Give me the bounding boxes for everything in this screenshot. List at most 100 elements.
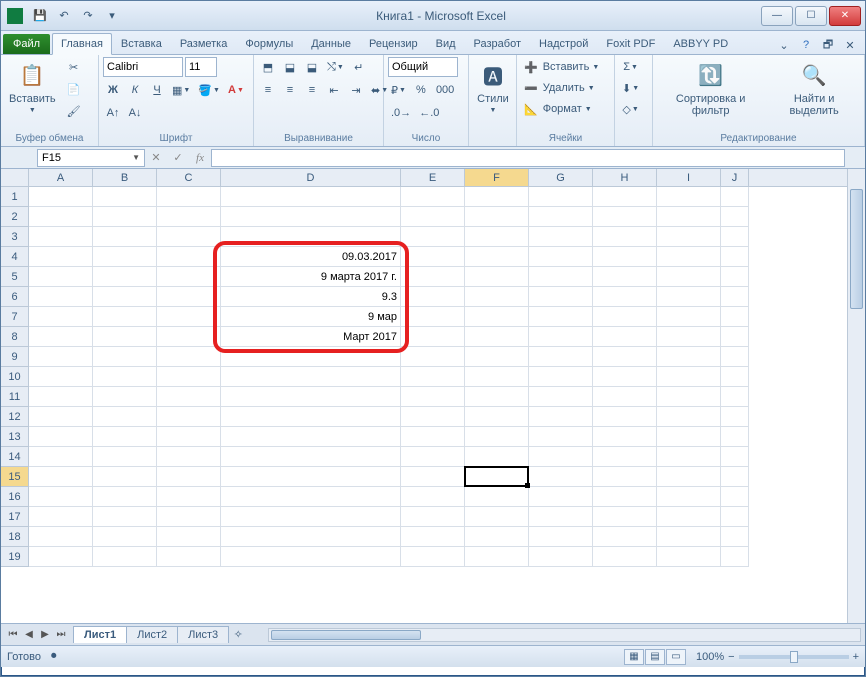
ribbon-tab[interactable]: Foxit PDF xyxy=(597,33,664,54)
cell[interactable] xyxy=(401,227,465,247)
cell[interactable] xyxy=(157,207,221,227)
cell[interactable] xyxy=(657,507,721,527)
cell[interactable] xyxy=(29,367,93,387)
horizontal-scrollbar[interactable] xyxy=(268,628,861,642)
cell[interactable] xyxy=(529,387,593,407)
sheet-next-icon[interactable]: ▶ xyxy=(37,629,53,640)
cell[interactable] xyxy=(465,487,529,507)
cell[interactable] xyxy=(93,247,157,267)
paste-button[interactable]: 📋 Вставить ▼ xyxy=(5,57,60,116)
column-header[interactable]: A xyxy=(29,169,93,186)
qat-dropdown-icon[interactable]: ▾ xyxy=(101,5,123,27)
cut-icon[interactable]: ✂ xyxy=(64,57,84,77)
cell[interactable] xyxy=(593,467,657,487)
row-header[interactable]: 1 xyxy=(1,187,28,207)
cell[interactable] xyxy=(401,207,465,227)
sheet-last-icon[interactable]: ⏭ xyxy=(53,629,69,640)
find-select-button[interactable]: 🔍 Найти и выделить xyxy=(768,57,860,119)
cell[interactable] xyxy=(529,427,593,447)
cell[interactable] xyxy=(657,527,721,547)
cell[interactable] xyxy=(93,467,157,487)
cell[interactable] xyxy=(529,247,593,267)
cell[interactable] xyxy=(29,507,93,527)
qat-redo-icon[interactable]: ↷ xyxy=(77,5,99,27)
align-middle-icon[interactable]: ⬓ xyxy=(280,57,300,77)
cell[interactable] xyxy=(221,507,401,527)
ribbon-tab[interactable]: Рецензир xyxy=(360,33,427,54)
cell[interactable]: 9 мар xyxy=(221,307,401,327)
font-size-input[interactable] xyxy=(185,57,217,77)
cell[interactable] xyxy=(657,327,721,347)
qat-undo-icon[interactable]: ↶ xyxy=(53,5,75,27)
align-bottom-icon[interactable]: ⬓ xyxy=(302,57,322,77)
cell[interactable] xyxy=(221,527,401,547)
bold-button[interactable]: Ж xyxy=(103,80,123,100)
cell[interactable] xyxy=(721,267,749,287)
cell[interactable] xyxy=(721,387,749,407)
cell[interactable] xyxy=(93,487,157,507)
cell[interactable] xyxy=(93,207,157,227)
help-icon[interactable]: ? xyxy=(797,36,815,54)
delete-cells-button[interactable]: ➖ Удалить▼ xyxy=(521,78,611,98)
cell[interactable] xyxy=(465,247,529,267)
cell[interactable] xyxy=(721,307,749,327)
cell[interactable] xyxy=(529,447,593,467)
cell[interactable] xyxy=(157,307,221,327)
cell[interactable] xyxy=(93,227,157,247)
sheet-tab[interactable]: Лист3 xyxy=(177,626,229,643)
cell[interactable] xyxy=(593,387,657,407)
increase-indent-icon[interactable]: ⇥ xyxy=(346,80,366,100)
increase-font-icon[interactable]: A↑ xyxy=(103,103,123,123)
cell[interactable] xyxy=(721,187,749,207)
cell[interactable] xyxy=(657,447,721,467)
cell[interactable] xyxy=(221,467,401,487)
sheet-tab[interactable]: Лист2 xyxy=(126,626,178,643)
cell[interactable] xyxy=(529,267,593,287)
percent-icon[interactable]: % xyxy=(411,80,431,100)
cell[interactable] xyxy=(593,547,657,567)
cell[interactable] xyxy=(465,227,529,247)
cell[interactable] xyxy=(529,207,593,227)
file-tab[interactable]: Файл xyxy=(3,34,50,54)
cell[interactable] xyxy=(529,507,593,527)
vertical-scrollbar[interactable] xyxy=(847,169,865,623)
qat-save-icon[interactable]: 💾 xyxy=(29,5,51,27)
cell[interactable] xyxy=(401,487,465,507)
row-header[interactable]: 9 xyxy=(1,347,28,367)
cell[interactable] xyxy=(401,187,465,207)
align-left-icon[interactable]: ≡ xyxy=(258,80,278,100)
cell[interactable]: 9 марта 2017 г. xyxy=(221,267,401,287)
cell[interactable] xyxy=(221,487,401,507)
column-header[interactable]: G xyxy=(529,169,593,186)
normal-view-icon[interactable]: ▦ xyxy=(624,649,644,665)
cell[interactable] xyxy=(401,247,465,267)
autosum-icon[interactable]: Σ▼ xyxy=(619,57,642,77)
cell[interactable] xyxy=(465,527,529,547)
cell[interactable] xyxy=(465,347,529,367)
cell[interactable] xyxy=(93,367,157,387)
cell[interactable] xyxy=(157,467,221,487)
cell[interactable] xyxy=(93,347,157,367)
cell[interactable] xyxy=(401,527,465,547)
cell[interactable] xyxy=(593,287,657,307)
underline-button[interactable]: Ч xyxy=(147,80,167,100)
ribbon-tab[interactable]: Разметка xyxy=(171,33,237,54)
cell[interactable] xyxy=(721,207,749,227)
ribbon-tab[interactable]: Вставка xyxy=(112,33,171,54)
cell[interactable] xyxy=(721,487,749,507)
cell[interactable] xyxy=(721,447,749,467)
cell[interactable] xyxy=(465,467,529,487)
cell[interactable] xyxy=(29,407,93,427)
cell[interactable] xyxy=(157,487,221,507)
cell[interactable] xyxy=(29,307,93,327)
cell[interactable] xyxy=(721,327,749,347)
align-center-icon[interactable]: ≡ xyxy=(280,80,300,100)
cell[interactable] xyxy=(221,187,401,207)
cell[interactable] xyxy=(657,467,721,487)
cell[interactable] xyxy=(401,547,465,567)
cell[interactable] xyxy=(529,307,593,327)
fill-color-button[interactable]: 🪣▼ xyxy=(195,80,223,100)
cell[interactable] xyxy=(221,447,401,467)
cell[interactable] xyxy=(401,407,465,427)
cell[interactable] xyxy=(93,187,157,207)
